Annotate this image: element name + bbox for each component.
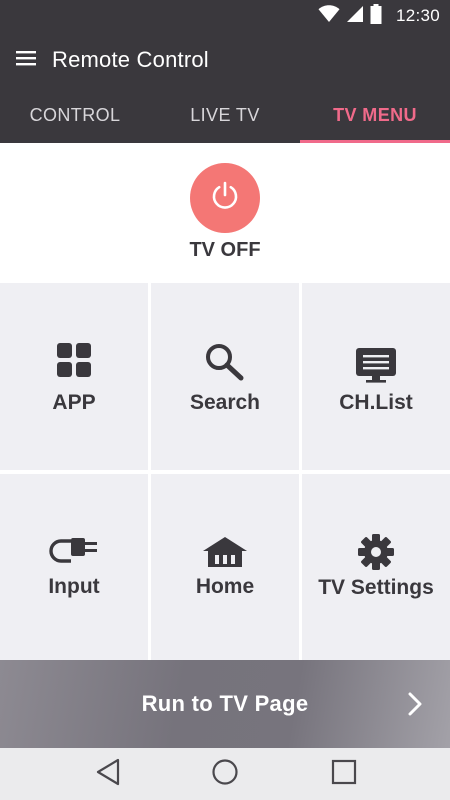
app-tile[interactable]: APP (0, 283, 148, 470)
tv-settings-tile-label: TV Settings (318, 576, 434, 599)
tab-tv-menu[interactable]: TV MENU (300, 88, 450, 143)
app-tile-label: APP (52, 391, 96, 414)
menu-button[interactable] (0, 32, 52, 88)
tv-settings-tile[interactable]: TV Settings (302, 474, 450, 660)
power-section: TV OFF (0, 143, 450, 281)
menu-grid: APP Search CH.List Input Home TV Setting… (0, 281, 450, 660)
home-tile-label: Home (195, 575, 255, 598)
recents-icon (330, 758, 358, 791)
status-icons: 12:30 (318, 0, 440, 32)
search-tile[interactable]: Search (151, 283, 299, 470)
channel-list-tile-label: CH.List (339, 391, 413, 414)
power-button[interactable] (190, 163, 260, 233)
app-title: Remote Control (52, 47, 209, 72)
nav-recents-button[interactable] (324, 756, 364, 792)
status-bar: 12:30 (0, 0, 450, 32)
channel-list-tile[interactable]: CH.List (302, 283, 450, 470)
gear-icon (302, 533, 450, 571)
tab-control[interactable]: CONTROL (0, 88, 150, 143)
search-tile-label: Search (189, 391, 261, 414)
app-root: 12:30 Remote Control CONTROL LIVE TV TV … (0, 0, 450, 800)
search-icon (151, 343, 299, 381)
app-bar: Remote Control (0, 32, 450, 88)
home-icon (151, 536, 299, 568)
tab-live-tv[interactable]: LIVE TV (150, 88, 300, 143)
run-to-tv-button[interactable]: Run to TV Page (0, 660, 450, 748)
run-to-tv-label: Run to TV Page (141, 691, 309, 716)
input-tile-label: Input (48, 575, 100, 598)
hamburger-menu-icon (16, 50, 36, 71)
home-tile[interactable]: Home (151, 474, 299, 660)
system-nav-bar (0, 748, 450, 800)
cell-signal-icon (346, 5, 364, 28)
battery-icon (370, 3, 382, 29)
channel-list-icon (302, 347, 450, 383)
input-tile[interactable]: Input (0, 474, 148, 660)
power-label: TV OFF (189, 239, 261, 261)
nav-back-button[interactable] (88, 756, 128, 792)
apps-grid-icon (0, 343, 148, 377)
back-icon (95, 758, 121, 791)
nav-home-button[interactable] (205, 756, 245, 792)
status-time: 12:30 (395, 6, 440, 25)
home-circle-icon (211, 758, 239, 791)
input-plug-icon (0, 537, 148, 565)
chevron-right-icon (408, 692, 422, 721)
wifi-icon (318, 4, 340, 28)
tab-bar: CONTROL LIVE TV TV MENU (0, 88, 450, 143)
power-icon (208, 179, 242, 218)
